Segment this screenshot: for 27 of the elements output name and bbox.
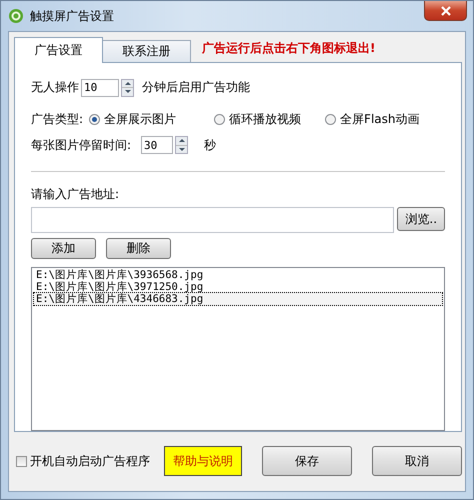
- list-button[interactable]: 删除: [106, 238, 171, 260]
- browse-button[interactable]: 浏览..: [397, 207, 445, 232]
- close-icon: [440, 6, 452, 16]
- radio-option[interactable]: 全屏Flash动画: [325, 111, 420, 128]
- tab[interactable]: 广告设置: [14, 37, 103, 63]
- address-field[interactable]: [31, 207, 394, 234]
- address-label: 请输入广告地址:: [31, 186, 120, 203]
- idle-label: 无人操作: [31, 79, 79, 96]
- ad-type-label: 广告类型:: [31, 111, 84, 128]
- file-item[interactable]: E:\图片库\图片库\3971250.jpg: [34, 281, 442, 294]
- interval-suffix: 秒: [204, 136, 216, 154]
- tab[interactable]: 联系注册: [102, 40, 191, 62]
- idle-suffix: 分钟后启用广告功能: [142, 79, 250, 96]
- app-icon: [8, 8, 24, 24]
- autostart-checkbox[interactable]: 开机自动启动广告程序: [16, 452, 150, 470]
- window-title: 触摸屏广告设置: [30, 8, 114, 24]
- radio-option[interactable]: 全屏展示图片: [89, 111, 176, 128]
- dialog-button[interactable]: 保存: [262, 446, 352, 476]
- file-item[interactable]: E:\图片库\图片库\3936568.jpg: [34, 269, 442, 282]
- radio-option[interactable]: 循环播放视频: [214, 111, 302, 128]
- notice-text: 广告运行后点击右下角图标退出!: [202, 40, 376, 57]
- list-button[interactable]: 添加: [31, 238, 96, 260]
- interval-label: 每张图片停留时间:: [31, 136, 132, 154]
- file-item[interactable]: E:\图片库\图片库\4346683.jpg: [34, 293, 442, 306]
- dialog-button[interactable]: 取消: [372, 446, 462, 476]
- close-button[interactable]: [424, 1, 467, 21]
- dialog-button[interactable]: 帮助与说明: [164, 446, 242, 476]
